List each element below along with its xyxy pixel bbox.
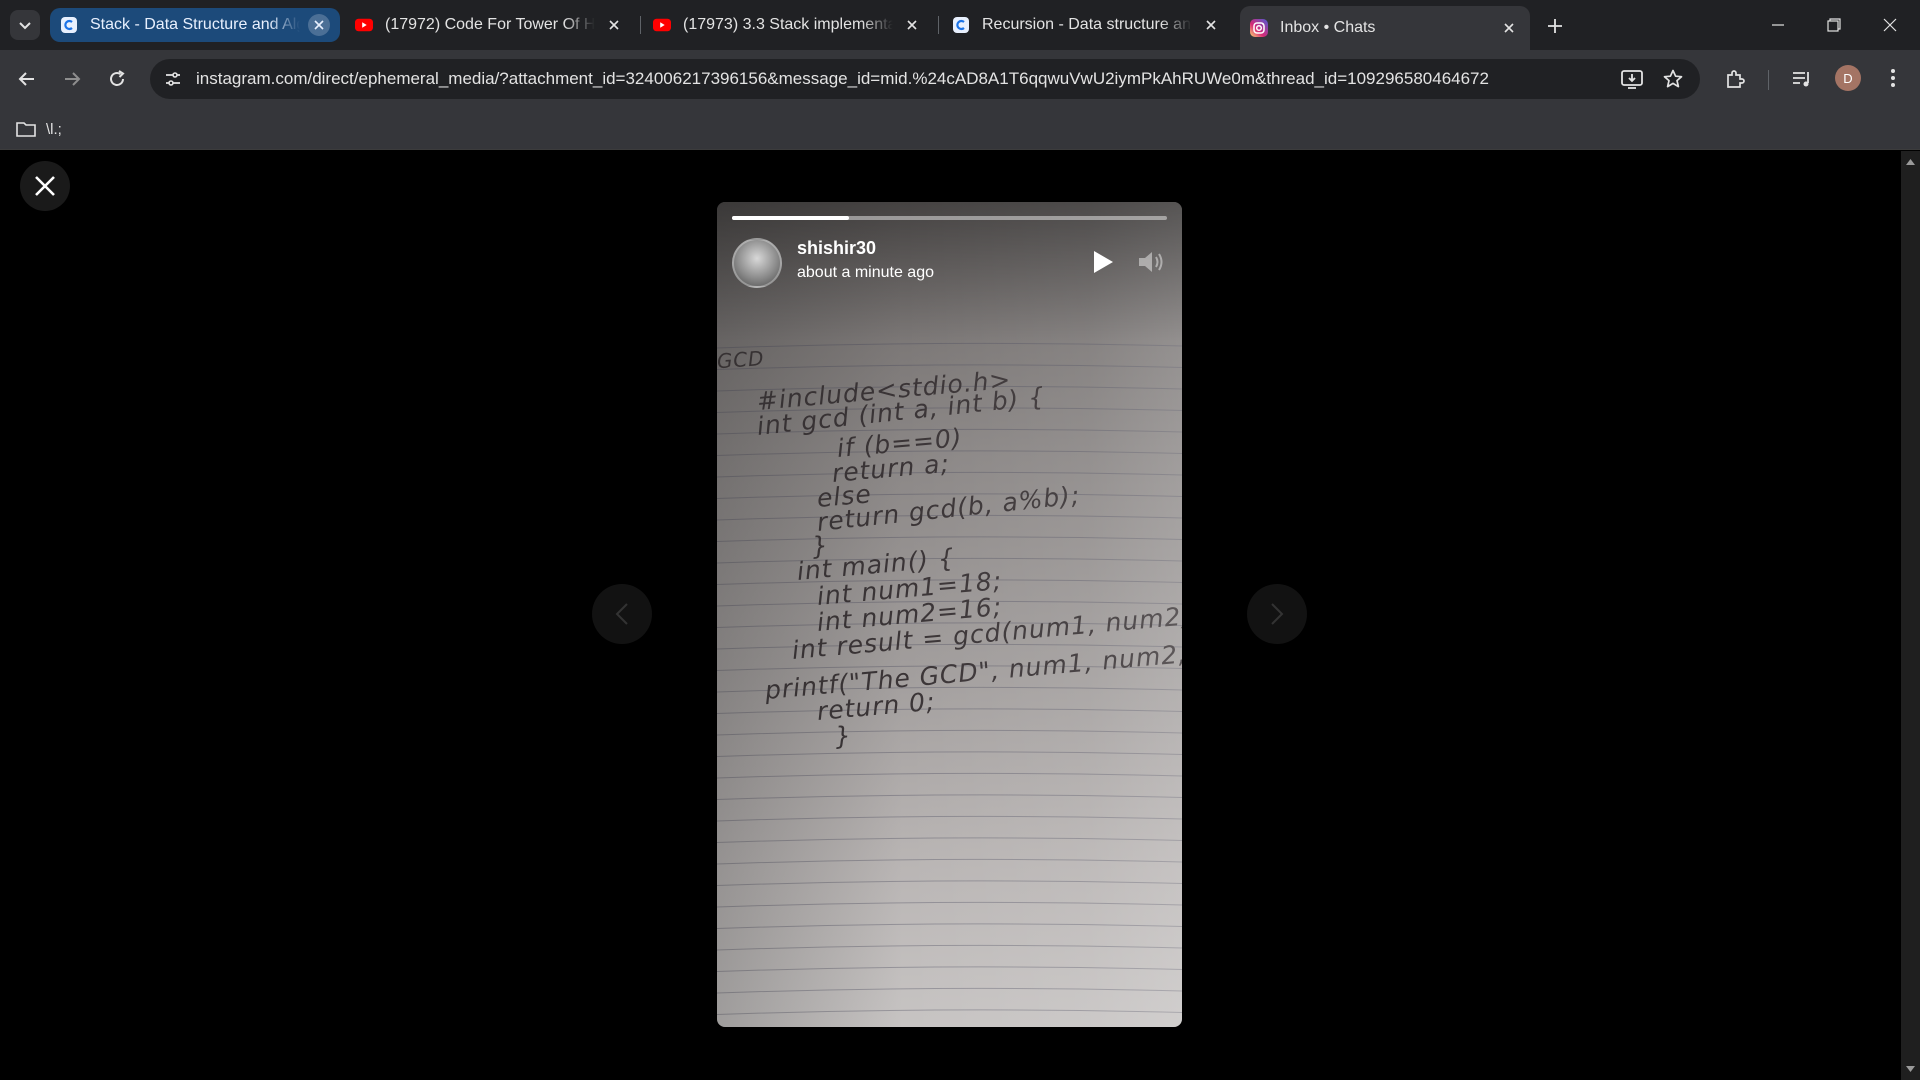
close-tab-icon[interactable] xyxy=(1200,14,1222,36)
tab-title: (17972) Code For Tower Of Hanoi xyxy=(385,16,595,33)
puzzle-icon xyxy=(1727,70,1745,88)
install-icon xyxy=(1621,70,1643,89)
tab-title: Inbox • Chats xyxy=(1280,19,1376,36)
codehelp-icon xyxy=(952,16,970,34)
plus-icon xyxy=(1548,19,1562,33)
profile-avatar[interactable]: D xyxy=(1835,65,1861,91)
story-timestamp: about a minute ago xyxy=(797,264,934,281)
browser-menu-button[interactable] xyxy=(1880,62,1906,94)
page-scrollbar[interactable] xyxy=(1901,151,1920,1080)
media-controls-button[interactable] xyxy=(1785,62,1819,96)
close-tab-icon[interactable] xyxy=(308,14,330,36)
tab-title: Recursion - Data structure and A xyxy=(982,16,1192,33)
restore-button[interactable] xyxy=(1806,0,1862,50)
star-icon xyxy=(1663,69,1683,88)
youtube-icon xyxy=(355,16,373,34)
scroll-down-icon[interactable] xyxy=(1906,1066,1915,1072)
instagram-icon xyxy=(1250,19,1268,37)
media-queue-icon xyxy=(1793,72,1809,87)
tab-0[interactable]: Stack - Data Structure and Algo xyxy=(50,8,340,42)
tab-search-button[interactable] xyxy=(10,10,40,40)
chevron-down-icon xyxy=(19,22,31,30)
next-story-button[interactable] xyxy=(1247,584,1307,644)
bookmarks-bar: \l.; xyxy=(0,108,1920,150)
folder-icon xyxy=(16,120,38,138)
story-card[interactable]: GCD#include<stdio.h>int gcd (int a, int … xyxy=(717,202,1182,1027)
site-info-icon[interactable] xyxy=(158,64,188,94)
story-progress-fill xyxy=(732,216,850,220)
previous-story-button[interactable] xyxy=(592,584,652,644)
close-tab-icon[interactable] xyxy=(603,14,625,36)
url-text: instagram.com/direct/ephemeral_media/?at… xyxy=(196,69,1489,88)
story-username[interactable]: shishir30 xyxy=(797,238,876,259)
play-icon xyxy=(1094,251,1113,273)
extensions-button[interactable] xyxy=(1718,62,1752,96)
arrow-left-icon xyxy=(18,72,34,86)
more-vert-icon xyxy=(1891,69,1895,87)
address-bar[interactable]: instagram.com/direct/ephemeral_media/?at… xyxy=(150,59,1700,99)
tab-2[interactable]: (17973) 3.3 Stack implementation xyxy=(643,8,933,42)
chevron-left-icon xyxy=(615,603,628,625)
codehelp-icon xyxy=(60,16,78,34)
play-button[interactable] xyxy=(1089,248,1117,276)
close-icon xyxy=(1883,18,1897,32)
tab-4[interactable]: Inbox • Chats xyxy=(1240,6,1530,50)
bookmark-folder[interactable]: \l.; xyxy=(16,116,62,142)
close-tab-icon[interactable] xyxy=(901,14,923,36)
bookmark-label: \l.; xyxy=(46,120,62,138)
arrow-right-icon xyxy=(65,72,81,86)
tab-3[interactable]: Recursion - Data structure and A xyxy=(942,8,1232,42)
close-tab-icon[interactable] xyxy=(1498,17,1520,39)
youtube-icon xyxy=(653,16,671,34)
forward-button[interactable] xyxy=(55,62,89,96)
reload-button[interactable] xyxy=(100,62,134,96)
scroll-up-icon[interactable] xyxy=(1906,159,1915,165)
story-viewer: GCD#include<stdio.h>int gcd (int a, int … xyxy=(0,151,1920,1080)
close-window-button[interactable] xyxy=(1862,0,1918,50)
close-icon xyxy=(35,176,55,196)
tab-title: (17973) 3.3 Stack implementation xyxy=(683,16,893,33)
tab-strip: Stack - Data Structure and Algo (17972) … xyxy=(0,0,1920,50)
bookmark-star-button[interactable] xyxy=(1656,59,1690,99)
minimize-button[interactable] xyxy=(1750,0,1806,50)
new-tab-button[interactable] xyxy=(1541,12,1569,40)
tab-separator xyxy=(640,16,641,34)
story-author-avatar[interactable] xyxy=(732,238,782,288)
close-viewer-button[interactable] xyxy=(20,161,70,211)
chevron-right-icon xyxy=(1271,603,1284,625)
minimize-icon xyxy=(1772,24,1784,26)
browser-toolbar: instagram.com/direct/ephemeral_media/?at… xyxy=(0,50,1920,108)
restore-icon xyxy=(1827,18,1841,32)
tab-title: Stack - Data Structure and Algo xyxy=(90,16,300,33)
volume-icon xyxy=(1139,252,1163,272)
volume-button[interactable] xyxy=(1135,246,1167,278)
back-button[interactable] xyxy=(10,62,44,96)
reload-icon xyxy=(110,70,125,86)
tab-1[interactable]: (17972) Code For Tower Of Hanoi xyxy=(345,8,635,42)
story-progress-bar xyxy=(732,216,1167,220)
tab-separator xyxy=(938,16,939,34)
toolbar-separator xyxy=(1768,70,1769,90)
install-app-button[interactable] xyxy=(1615,59,1649,99)
